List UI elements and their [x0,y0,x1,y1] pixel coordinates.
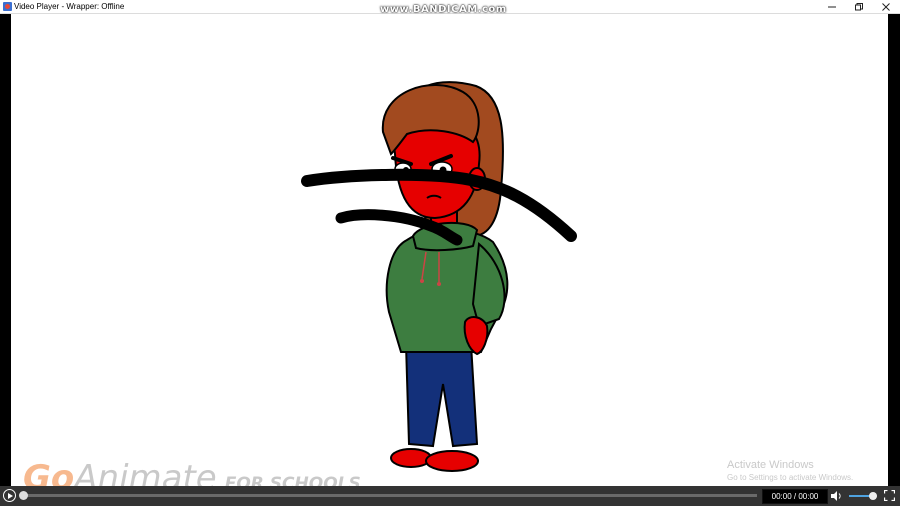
seek-handle[interactable] [19,491,28,500]
volume-handle[interactable] [868,492,877,500]
seek-bar[interactable] [19,491,757,500]
activate-windows-notice: Activate Windows Go to Settings to activ… [727,458,853,483]
close-icon [882,2,890,11]
activate-windows-subtitle: Go to Settings to activate Windows. [727,473,854,482]
volume-slider[interactable] [849,492,877,500]
fullscreen-icon[interactable] [884,490,895,501]
time-display: 00:00 / 00:00 [762,489,828,504]
goanimate-animate: Animate [74,458,217,486]
restore-icon [855,2,863,10]
window-title: Video Player - Wrapper: Offline [14,2,125,11]
goanimate-for-schools: FOR SCHOOLS [224,474,361,486]
play-icon [7,492,13,499]
activate-windows-title: Activate Windows [727,459,814,471]
video-stage[interactable]: GoAnimate FOR SCHOOLS Activate Windows Go… [11,14,888,486]
right-shoe [425,450,479,472]
restore-button[interactable] [846,0,872,13]
left-shoe [390,448,432,468]
time-label: 00:00 / 00:00 [771,492,819,501]
character-scene [301,81,577,472]
app-icon [3,2,12,11]
player-control-bar: 00:00 / 00:00 [0,486,900,506]
minimize-button[interactable] [819,0,845,13]
jeans [404,343,479,448]
bandicam-watermark: www.BANDICAM.com [380,4,507,15]
minimize-icon [828,6,836,7]
speaker-icon[interactable] [830,490,842,502]
play-button[interactable] [3,489,16,502]
goanimate-watermark: GoAnimate FOR SCHOOLS [23,458,361,486]
close-button[interactable] [873,0,899,13]
goanimate-go: Go [23,458,75,486]
